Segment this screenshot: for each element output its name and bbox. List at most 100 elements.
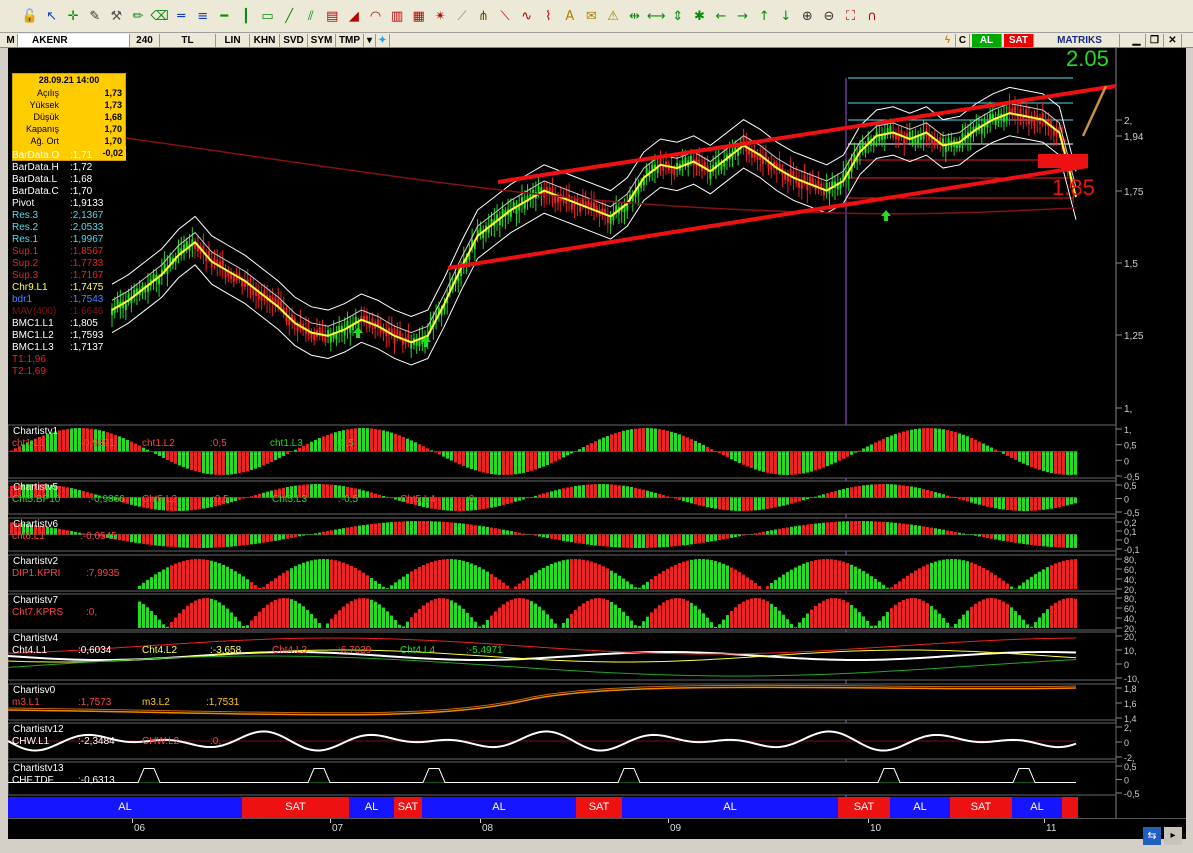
zoom-in-icon[interactable]: ⊕ [797, 6, 817, 26]
histogram-bar [762, 599, 765, 628]
histogram-bar [890, 484, 893, 498]
c-button[interactable]: C [956, 34, 970, 47]
chart-svg[interactable]: 2.05 1.85 2, 1,94 1,75 1,5 1,25 1, 1, 0,5 0 -0,5 0,5… [8, 48, 1186, 821]
tools-icon[interactable]: ⚒ [106, 6, 126, 26]
histogram-bar [534, 495, 537, 498]
level-name: Sup.2 [12, 258, 39, 269]
minimize-icon[interactable]: ▁ [1128, 34, 1146, 47]
dash-icon[interactable]: ━ [214, 6, 234, 26]
fib-arc-icon[interactable]: ◠ [366, 6, 386, 26]
fib-fan-icon[interactable]: ◢ [344, 6, 364, 26]
gann-icon[interactable]: ✴ [430, 6, 450, 26]
refresh-icon[interactable]: ⇆ [1143, 827, 1161, 845]
histogram-bar [702, 613, 705, 628]
arrow-left-icon[interactable]: ← [711, 6, 731, 26]
histogram-bar [278, 534, 281, 541]
svd-button[interactable]: SVD [280, 34, 308, 47]
histogram-bar [750, 580, 753, 589]
histogram-bar [1026, 534, 1029, 545]
histogram-bar [578, 559, 581, 589]
speed-icon[interactable]: ⟋ [452, 6, 472, 26]
regression-icon[interactable]: ⟍ [495, 6, 515, 26]
channel-icon[interactable]: ⫽ [301, 6, 321, 26]
histogram-bar [510, 599, 513, 628]
arrows-h-icon[interactable]: ⇹ [625, 6, 645, 26]
sym-button[interactable]: SYM [308, 34, 336, 47]
pencil-icon[interactable]: ✏ [128, 6, 148, 26]
symbol-input[interactable]: AKENR [18, 34, 130, 47]
histogram-bar [222, 534, 225, 548]
histogram-bar [294, 600, 297, 628]
cycle-icon[interactable]: ∿ [517, 6, 537, 26]
restore-icon[interactable]: ❐ [1146, 34, 1164, 47]
arrow-right-icon[interactable]: → [733, 6, 753, 26]
histogram-bar [442, 451, 445, 457]
fib-ext-icon[interactable]: ▦ [409, 6, 429, 26]
horizontal-line-icon[interactable]: ═ [171, 6, 191, 26]
histogram-bar [818, 523, 821, 535]
period-select[interactable]: 240 [130, 34, 160, 47]
histogram-bar [834, 521, 837, 535]
magnet-icon[interactable]: ∩ [862, 6, 882, 26]
chart-area[interactable]: 2.05 1.85 2, 1,94 1,75 1,5 1,25 1, 1, 0,5 0 -0,5 0,5… [8, 48, 1186, 821]
histogram-bar [930, 562, 933, 589]
histogram-bar [778, 497, 781, 507]
close-icon[interactable]: ✕ [1164, 34, 1182, 47]
histogram-bar [406, 621, 409, 628]
scale-button[interactable]: LIN [216, 34, 250, 47]
star-icon[interactable]: ✱ [689, 6, 709, 26]
parallel-line-icon[interactable]: ≡ [193, 6, 213, 26]
histogram-bar [406, 438, 409, 452]
text-icon[interactable]: A [560, 6, 580, 26]
eraser-icon[interactable]: ⌫ [150, 6, 170, 26]
histogram-bar [318, 438, 321, 452]
histogram-bar [562, 488, 565, 498]
histogram-bar [182, 497, 185, 511]
panel-tick-label: 2, [1124, 723, 1132, 733]
signal-segment: SAT [838, 797, 890, 818]
vertical-line-icon[interactable]: ┃ [236, 6, 256, 26]
pattern-icon[interactable]: ⌇ [538, 6, 558, 26]
trend-line-icon[interactable]: ╱ [279, 6, 299, 26]
fib-time-icon[interactable]: ▥ [387, 6, 407, 26]
chevron-down-icon[interactable]: ▾ [364, 34, 376, 47]
tmp-button[interactable]: TMP [336, 34, 364, 47]
histogram-bar [758, 532, 761, 535]
sell-button[interactable]: SAT [1004, 34, 1034, 47]
edit-icon[interactable]: ✎ [85, 6, 105, 26]
histogram-bar [850, 564, 853, 589]
currency-select[interactable]: TL [160, 34, 216, 47]
histogram-bar [438, 497, 441, 510]
lightning-icon[interactable]: ϟ [940, 34, 956, 47]
arrows-lr-icon[interactable]: ⟷ [646, 6, 666, 26]
histogram-bar [146, 534, 149, 545]
twitter-icon[interactable]: ✦ [376, 34, 390, 47]
crosshair-icon[interactable]: ✛ [63, 6, 83, 26]
histogram-bar [594, 534, 597, 546]
arrow-up-icon[interactable]: ↑ [754, 6, 774, 26]
level-row: BMC1.L3:1,7137 [12, 342, 103, 354]
cursor-icon[interactable]: ↖ [42, 6, 62, 26]
histogram-bar [322, 436, 325, 452]
unlock-icon[interactable]: 🔓 [20, 6, 40, 26]
candle-body [803, 174, 806, 182]
histogram-bar [538, 534, 541, 537]
histogram-bar [178, 534, 181, 548]
histogram-bar [142, 582, 145, 589]
box-icon[interactable]: ▭ [258, 6, 278, 26]
khn-button[interactable]: KHN [250, 34, 280, 47]
pitchfork-icon[interactable]: ⋔ [473, 6, 493, 26]
arrows-v-icon[interactable]: ⇕ [668, 6, 688, 26]
scroll-end-icon[interactable]: ▸ [1164, 827, 1182, 845]
menu-m-button[interactable]: M [4, 34, 18, 47]
alarm-icon[interactable]: ⚠ [603, 6, 623, 26]
fibonacci-icon[interactable]: ▤ [322, 6, 342, 26]
maximize-icon[interactable]: ⛶ [841, 6, 861, 26]
level-name: MAV(400) [12, 306, 57, 317]
candle-body [806, 183, 809, 191]
buy-button[interactable]: AL [972, 34, 1002, 47]
note-icon[interactable]: ✉ [581, 6, 601, 26]
zoom-out-icon[interactable]: ⊖ [819, 6, 839, 26]
arrow-down-icon[interactable]: ↓ [776, 6, 796, 26]
histogram-bar [526, 599, 529, 628]
